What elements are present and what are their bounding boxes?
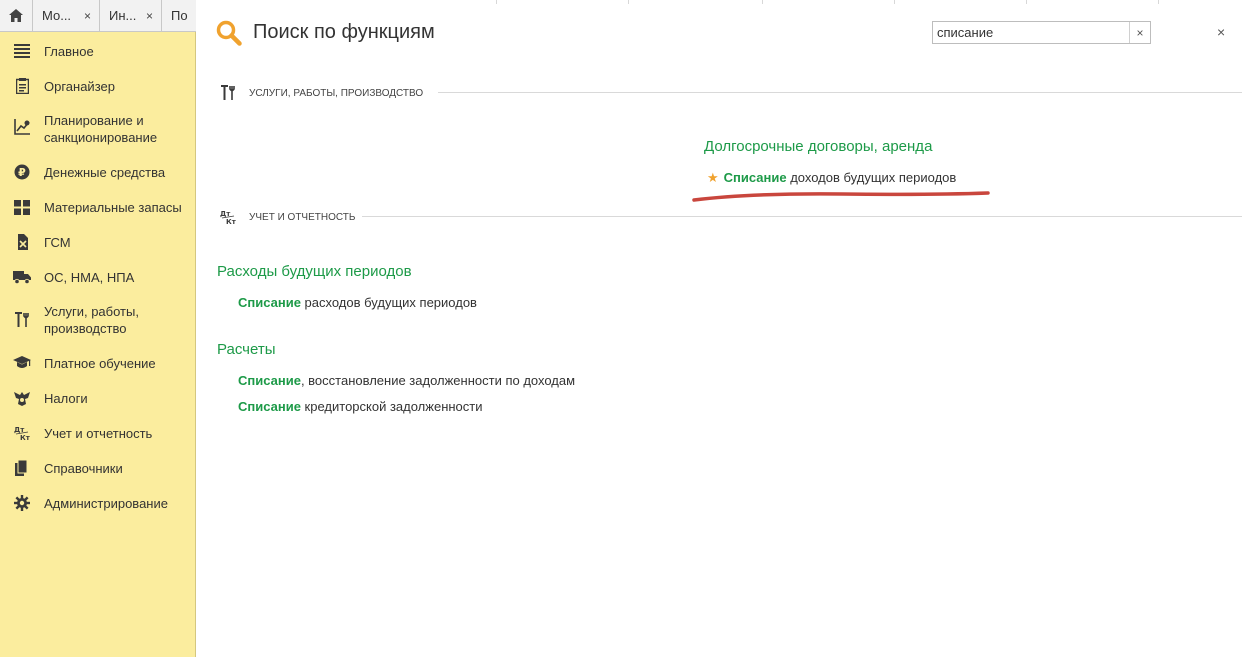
sidebar-item-organizer[interactable]: Органайзер (0, 77, 195, 95)
close-panel-button[interactable]: × (1217, 24, 1225, 40)
sidebar-item-accounting[interactable]: Дт Кт Учет и отчетность (0, 424, 195, 442)
tab-1[interactable]: Мо... × (33, 0, 100, 31)
home-icon (9, 9, 23, 22)
section-divider (362, 216, 1242, 217)
notes-icon (13, 77, 31, 95)
sidebar-item-label: Справочники (44, 461, 123, 476)
result-highlight: Списание (238, 399, 301, 414)
sidebar-item-label: Планирование и санкционирование (44, 113, 158, 145)
sidebar-item-label: Денежные средства (44, 165, 166, 180)
truck-icon (13, 268, 31, 286)
tab-label: Мо... (42, 8, 72, 23)
result-text: доходов будущих периодов (786, 170, 957, 185)
red-underline-annotation (692, 191, 990, 202)
result-text: , восстановление задолженности по дохода… (300, 373, 576, 388)
tab-3[interactable]: По (162, 0, 196, 31)
tab-label: По (171, 8, 188, 23)
sidebar-item-label: Органайзер (44, 79, 115, 94)
fuel-icon (13, 233, 31, 251)
search-result-link[interactable]: ★ Списание доходов будущих периодов (707, 170, 956, 186)
sidebar-item-inventory[interactable]: Материальные запасы (0, 198, 195, 216)
tools-icon (220, 85, 238, 101)
books-icon (13, 459, 31, 477)
section-title: УЧЕТ И ОТЧЕТНОСТЬ (249, 211, 356, 223)
sidebar-item-fuel[interactable]: ГСМ (0, 233, 195, 251)
sidebar-item-planning[interactable]: Планирование и санкционирование (0, 112, 195, 146)
home-tab[interactable] (0, 0, 33, 31)
search-field[interactable]: × (932, 21, 1151, 44)
result-text: кредиторской задолженности (300, 399, 483, 414)
graduation-icon (13, 354, 31, 372)
dt-kt-icon: Дт Кт (13, 424, 31, 442)
tab-strip-remainder (196, 0, 1242, 4)
sidebar-item-label: Учет и отчетность (44, 426, 153, 441)
sidebar-item-label: Платное обучение (44, 356, 156, 371)
sidebar-item-main[interactable]: Главное (0, 42, 195, 60)
sidebar-item-label: Услуги, работы, производство (44, 304, 139, 336)
section-divider (438, 92, 1242, 93)
sidebar-item-label: ГСМ (44, 235, 71, 250)
star-icon: ★ (707, 170, 719, 185)
svg-text:Кт: Кт (226, 218, 236, 225)
close-icon[interactable]: × (146, 9, 153, 23)
section-header-accounting: Дт Кт УЧЕТ И ОТЧЕТНОСТЬ (220, 209, 355, 225)
search-result-link[interactable]: Списание расходов будущих периодов (238, 295, 477, 310)
ruble-icon: ₽ (13, 163, 31, 181)
result-highlight: Списание (238, 373, 301, 388)
search-icon (216, 20, 242, 51)
sidebar-item-label: Администрирование (44, 496, 168, 511)
sidebar-item-education[interactable]: Платное обучение (0, 354, 195, 372)
function-search-panel: Поиск по функциям × × УСЛУГИ, РАБОТЫ, ПР… (196, 0, 1242, 657)
section-title: УСЛУГИ, РАБОТЫ, ПРОИЗВОДСТВО (249, 87, 424, 99)
search-result-link[interactable]: Списание, восстановление задолженности п… (238, 373, 575, 388)
search-result-link[interactable]: Списание кредиторской задолженности (238, 399, 483, 414)
group-title[interactable]: Расчеты (217, 341, 276, 358)
tab-2[interactable]: Ин... × (100, 0, 162, 31)
tools-icon (13, 311, 31, 329)
sidebar-item-services[interactable]: Услуги, работы, производство (0, 303, 195, 337)
tab-bar: Мо... × Ин... × По (0, 0, 196, 32)
group-title[interactable]: Расходы будущих периодов (217, 263, 412, 280)
sidebar-item-label: Налоги (44, 391, 88, 406)
tab-label: Ин... (109, 8, 137, 23)
sidebar: Главное Органайзер Планирование и санкци… (0, 32, 196, 657)
close-icon[interactable]: × (84, 9, 91, 23)
search-input[interactable] (933, 22, 1129, 43)
result-text: расходов будущих периодов (300, 295, 477, 310)
grid-icon (13, 198, 31, 216)
group-title[interactable]: Долгосрочные договоры, аренда (704, 138, 932, 155)
sidebar-item-money[interactable]: ₽ Денежные средства (0, 163, 195, 181)
result-highlight: Списание (723, 170, 787, 185)
sidebar-item-label: ОС, НМА, НПА (44, 270, 135, 285)
menu-icon (13, 42, 31, 60)
svg-text:₽: ₽ (18, 166, 26, 179)
sidebar-item-references[interactable]: Справочники (0, 459, 195, 477)
sidebar-item-taxes[interactable]: Налоги (0, 389, 195, 407)
section-header-services: УСЛУГИ, РАБОТЫ, ПРОИЗВОДСТВО (220, 85, 423, 101)
sidebar-item-label: Главное (44, 44, 94, 59)
gear-icon (13, 494, 31, 512)
sidebar-item-assets[interactable]: ОС, НМА, НПА (0, 268, 195, 286)
dt-kt-icon: Дт Кт (220, 209, 238, 225)
sidebar-item-admin[interactable]: Администрирование (0, 494, 195, 512)
page-title: Поиск по функциям (253, 21, 435, 43)
svg-text:Кт: Кт (20, 434, 30, 441)
sidebar-item-label: Материальные запасы (44, 200, 182, 215)
result-highlight: Списание (238, 295, 301, 310)
clear-search-button[interactable]: × (1129, 22, 1150, 43)
emblem-icon (13, 389, 31, 407)
chart-icon (13, 118, 31, 136)
